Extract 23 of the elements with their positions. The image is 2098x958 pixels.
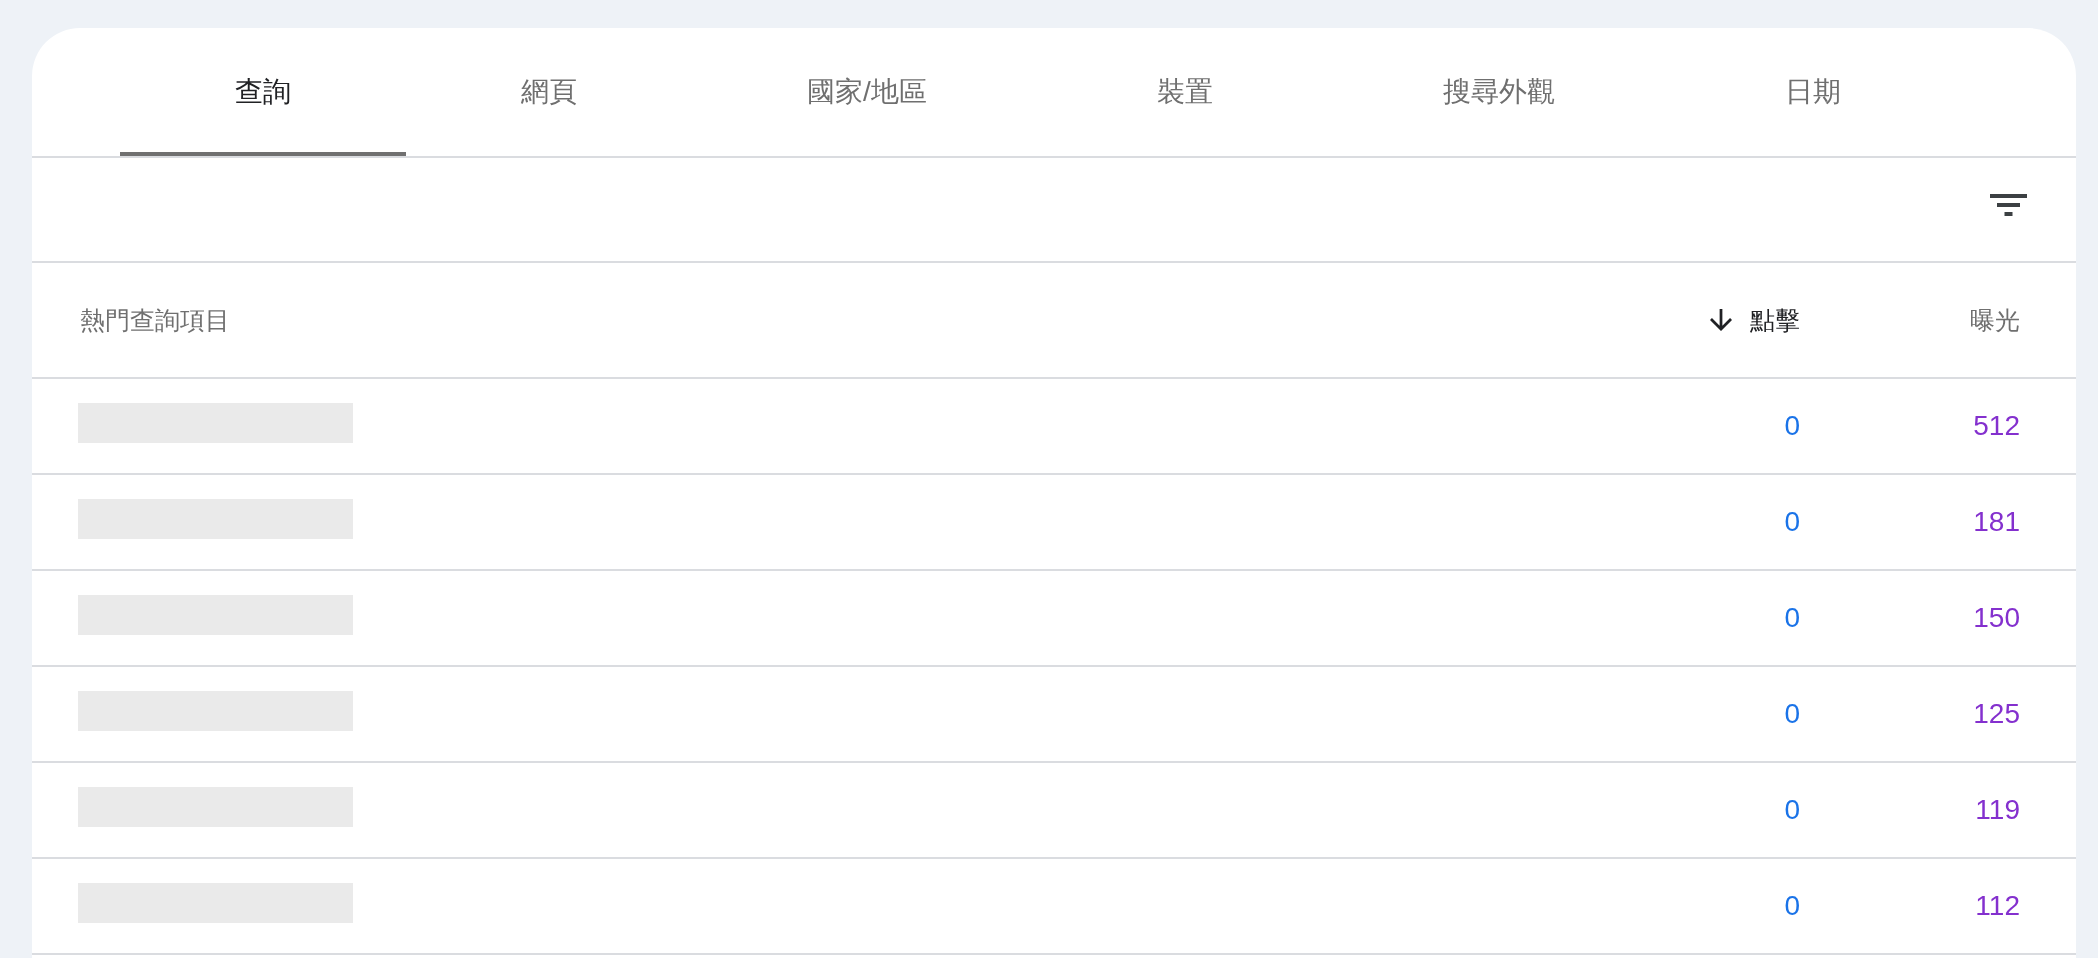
tab[interactable]: 日期 — [1669, 28, 1956, 156]
tab[interactable]: 裝置 — [1041, 28, 1328, 156]
clicks-value: 0 — [1784, 890, 1800, 922]
column-header[interactable]: 曝光 — [1970, 303, 2020, 337]
clicks-value: 0 — [1784, 698, 1800, 730]
impressions-value: 112 — [1975, 890, 2020, 922]
filter-icon — [1990, 193, 2027, 216]
impressions-value: 181 — [1973, 506, 2020, 538]
clicks-value: 0 — [1784, 794, 1800, 826]
impressions-value: 125 — [1973, 698, 2020, 730]
impressions-value: 119 — [1975, 794, 2020, 826]
clicks-value: 0 — [1784, 410, 1800, 442]
clicks-value: 0 — [1784, 506, 1800, 538]
column-header[interactable]: 熱門查詢項目 — [80, 303, 230, 337]
impressions-value: 512 — [1973, 410, 2020, 442]
tab[interactable]: 搜尋外觀 — [1327, 28, 1670, 156]
clicks-value: 0 — [1784, 602, 1800, 634]
impressions-value: 150 — [1973, 602, 2020, 634]
tab[interactable]: 查詢 — [120, 28, 406, 156]
sort-arrow-icon — [1710, 309, 1732, 331]
tab[interactable]: 國家/地區 — [692, 28, 1042, 156]
tab[interactable]: 網頁 — [406, 28, 692, 156]
column-header[interactable]: 點擊 — [1710, 303, 1800, 337]
